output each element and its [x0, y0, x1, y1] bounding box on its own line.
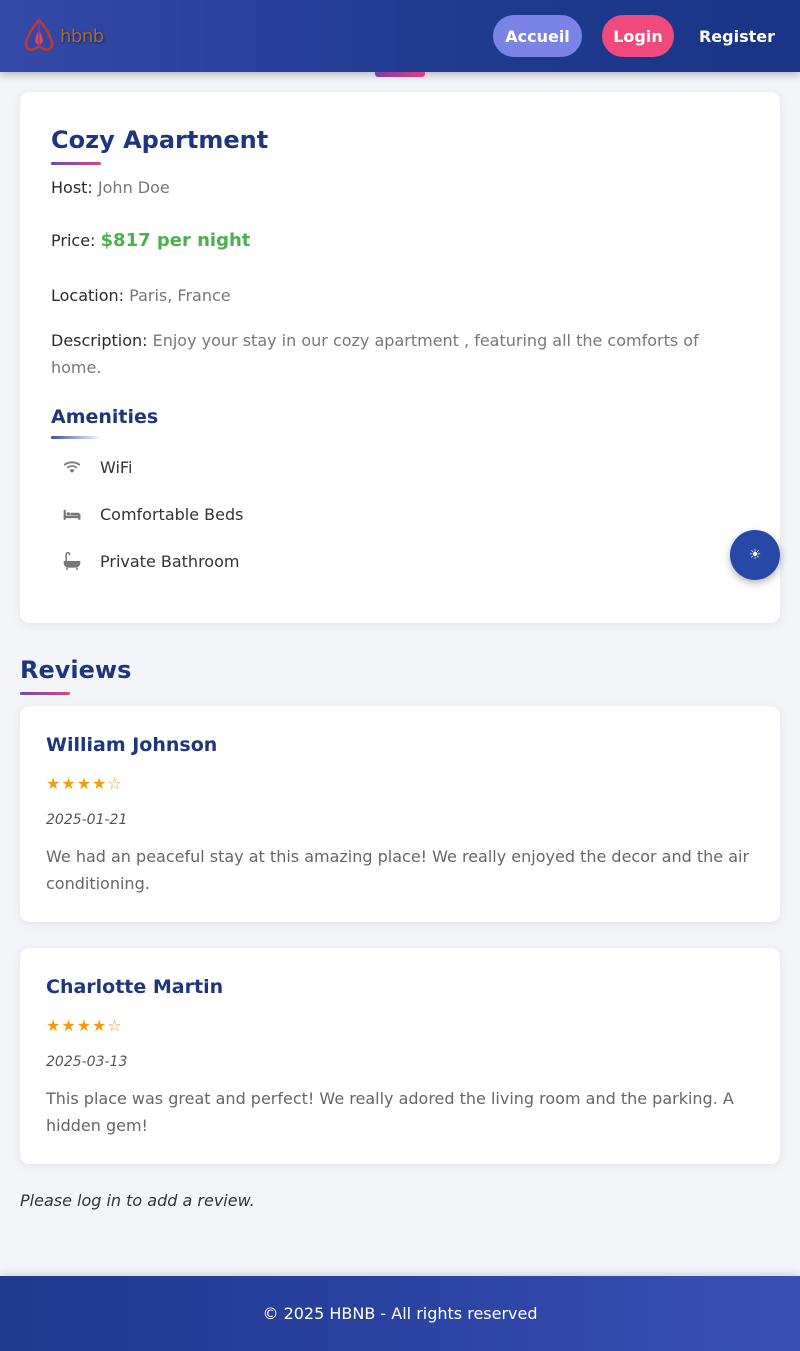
footer: © 2025 HBNB - All rights reserved: [0, 1276, 800, 1351]
amenity-item-wifi: WiFi: [60, 455, 132, 479]
amenity-item-beds: Comfortable Beds: [60, 502, 243, 526]
login-to-review-note: Please log in to add a review.: [20, 1191, 255, 1210]
price-value: $817 per night: [100, 230, 251, 251]
reviews-title: Reviews: [20, 656, 132, 684]
top-navbar: hbnb Accueil Login Register: [0, 0, 800, 72]
amenity-label: Private Bathroom: [100, 551, 240, 571]
title-underline: [51, 162, 101, 165]
bed-icon: [60, 502, 84, 526]
wifi-icon: [60, 455, 84, 479]
logo[interactable]: hbnb: [22, 18, 104, 54]
price-label: Price:: [51, 231, 96, 250]
review-date: 2025-03-13: [46, 1054, 128, 1070]
login-button[interactable]: Login: [602, 15, 674, 57]
amenities-title: Amenities: [51, 406, 159, 428]
host-label: Host:: [51, 178, 93, 197]
price-row: Price: $817 per night: [51, 230, 250, 251]
amenity-label: WiFi: [100, 457, 133, 477]
reviews-underline: [20, 692, 70, 695]
place-details-card: Cozy Apartment Host: John Doe Price: $81…: [20, 92, 780, 623]
hbnb-logo-icon: [24, 18, 54, 51]
host-value: John Doe: [97, 178, 170, 197]
description-row: Description: Enjoy your stay in our cozy…: [51, 327, 741, 381]
description-label: Description:: [51, 331, 148, 350]
description-value: Enjoy your stay in our cozy apartment , …: [51, 331, 699, 377]
review-text: This place was great and perfect! We rea…: [46, 1089, 734, 1135]
review-date: 2025-01-21: [46, 812, 128, 828]
bathtub-icon: [60, 549, 84, 573]
star-rating: ★★★★☆: [46, 1016, 123, 1035]
amenity-item-bathroom: Private Bathroom: [60, 549, 239, 573]
review-text: We had an peaceful stay at this amazing …: [46, 847, 750, 893]
review-card: Charlotte Martin ★★★★☆ 2025-03-13 This p…: [20, 948, 780, 1164]
location-label: Location:: [51, 286, 125, 305]
location-value: Paris, France: [129, 286, 231, 305]
sun-icon: ☀: [748, 547, 762, 563]
reviewer-name: William Johnson: [46, 734, 218, 756]
amenities-underline: [51, 436, 101, 439]
register-button[interactable]: Register: [694, 15, 780, 57]
star-rating: ★★★★☆: [46, 774, 123, 793]
host-row: Host: John Doe: [51, 178, 170, 197]
reviewer-name: Charlotte Martin: [46, 976, 224, 998]
logo-text: hbnb: [60, 25, 104, 47]
amenity-label: Comfortable Beds: [100, 504, 244, 524]
header-accent-bar: [375, 72, 425, 77]
location-row: Location: Paris, France: [51, 286, 231, 305]
accueil-button[interactable]: Accueil: [493, 15, 582, 57]
place-title: Cozy Apartment: [51, 126, 269, 154]
footer-copyright: © 2025 HBNB - All rights reserved: [262, 1304, 538, 1323]
theme-toggle-button[interactable]: ☀: [730, 530, 780, 580]
review-card: William Johnson ★★★★☆ 2025-01-21 We had …: [20, 706, 780, 922]
